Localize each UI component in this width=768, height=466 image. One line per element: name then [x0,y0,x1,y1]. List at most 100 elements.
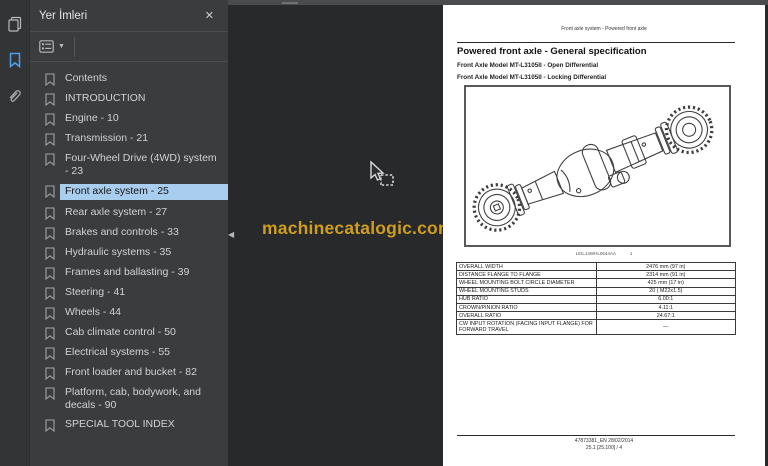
bookmark-flag-icon [45,307,55,320]
bookmark-options-icon[interactable]: ▼ [39,40,65,53]
spec-table: OVERALL WIDTH 2476 mm (97 in) DISTANCE F… [456,261,736,335]
toolbar-divider [73,36,75,57]
toolbar-edge-notch [282,2,298,4]
table-row: OVERALL WIDTH 2476 mm (97 in) [456,261,736,272]
spec-value: 4.11:1 [595,303,736,313]
model-subtitle-open: Front Axle Model MT-L3105II - Open Diffe… [457,62,599,69]
footer-doc-number: 47873381_EN 28/02/2014 [574,438,634,444]
bookmark-item-electrical-systems[interactable]: Electrical systems - 55 [30,343,228,363]
bookmark-flag-icon [45,267,55,280]
chevron-down-icon: ▼ [58,43,65,50]
close-icon[interactable]: ✕ [201,7,218,24]
bookmark-item-contents[interactable]: Contents [30,69,228,89]
bookmark-label: Brakes and controls - 33 [65,226,179,238]
bookmark-flag-icon [45,367,55,380]
watermark-text: machinecatalogic.com [262,218,454,238]
spec-value: 24.67:1 [595,311,736,321]
table-row: OVERALL RATIO 24.67:1 [456,311,736,321]
bookmark-flag-icon [45,113,55,126]
figure-caption: LEIL14WHL0644AA 1 [443,251,765,256]
section-title: Powered front axle - General specificati… [457,46,647,57]
figure-caption-code: LEIL14WHL0644AA [575,251,616,256]
bookmark-item-platform-cab-bodywork[interactable]: Platform, cab, bodywork, and decals - 90 [30,383,228,415]
footer-page-number: 25.1 [25.100] / 4 [585,445,623,451]
page-thumbnails-icon[interactable] [5,14,25,34]
document-canvas: ◀ machinecatalogic.com Front axle system… [228,0,768,466]
bookmarks-panel-icon[interactable] [5,50,25,70]
spec-label: CW INPUT ROTATION (FACING INPUT FLANGE) … [456,319,597,335]
bookmark-item-brakes-controls[interactable]: Brakes and controls - 33 [30,223,228,243]
bookmark-flag-icon [45,73,55,86]
bookmark-label: Frames and ballasting - 39 [65,266,190,278]
bookmarks-panel-header: Yer İmleri ✕ [30,0,228,32]
bookmark-item-transmission[interactable]: Transmission - 21 [30,129,228,149]
bookmark-label: Contents [65,72,108,84]
table-row: WHEEL MOUNTING STUDS 20 ( M22x1.5) [456,286,736,296]
bookmark-item-rear-axle-system[interactable]: Rear axle system - 27 [30,203,228,223]
bookmark-label: Rear axle system - 27 [65,206,168,218]
bookmark-flag-icon [45,93,55,106]
bookmark-item-wheels[interactable]: Wheels - 44 [30,303,228,323]
bookmark-item-hydraulic-systems[interactable]: Hydraulic systems - 35 [30,243,228,263]
spec-label: WHEEL MOUNTING BOLT CIRCLE DIAMETER [456,278,597,288]
table-row: DISTANCE FLANGE TO FLANGE 2314 mm (91 in… [456,270,736,280]
mouse-cursor-icon [370,160,394,186]
spec-value: 6.00:1 [595,294,736,305]
bookmark-item-steering[interactable]: Steering - 41 [30,283,228,303]
bookmarks-panel: Yer İmleri ✕ ▼ Contents INTRODUCTION Eng… [30,0,269,466]
bookmark-label: Engine - 10 [65,112,119,124]
spec-label: OVERALL WIDTH [456,261,597,272]
bookmark-item-frames-ballasting[interactable]: Frames and ballasting - 39 [30,263,228,283]
bookmark-flag-icon [45,207,55,220]
table-row: CW INPUT ROTATION (FACING INPUT FLANGE) … [456,319,736,335]
bookmark-label: Electrical systems - 55 [65,346,171,358]
bookmark-item-front-loader-bucket[interactable]: Front loader and bucket - 82 [30,363,228,383]
bookmark-flag-icon [45,133,55,146]
table-row: WHEEL MOUNTING BOLT CIRCLE DIAMETER 425 … [456,278,736,288]
bookmark-label: Platform, cab, bodywork, and decals - 90 [65,386,201,411]
spec-value: 2476 mm (97 in) [595,261,736,272]
spec-label: HUB RATIO [456,294,597,305]
spec-value: 425 mm (17 in) [595,278,736,288]
bookmark-flag-icon [45,153,55,166]
bookmark-label: Cab climate control - 50 [65,326,176,338]
figure-caption-number: 1 [629,251,633,256]
bookmark-label: Steering - 41 [65,286,126,298]
spec-value: 20 ( M22x1.5) [595,286,736,296]
bookmark-label: Four-Wheel Drive (4WD) system - 23 [65,152,217,177]
footer-rule [457,435,735,436]
bookmark-flag-icon [45,247,55,260]
model-subtitle-locking: Front Axle Model MT-L3105II - Locking Di… [457,74,607,81]
bookmark-flag-icon [45,347,55,360]
running-header: Front axle system - Powered front axle [561,26,647,32]
bookmark-list: Contents INTRODUCTION Engine - 10 Transm… [30,62,269,435]
bookmark-item-4wd-system[interactable]: Four-Wheel Drive (4WD) system - 23 [30,149,228,181]
bookmark-flag-icon [45,387,55,400]
panel-title: Yer İmleri [39,9,88,22]
spec-value: 2314 mm (91 in) [595,270,736,280]
spec-value: — [595,319,736,335]
bookmark-label: Wheels - 44 [65,306,122,318]
pdf-viewer: Yer İmleri ✕ ▼ Contents INTRODUCTION Eng… [0,0,768,466]
bookmark-flag-icon [45,227,55,240]
navigation-rail [0,0,30,466]
document-page: Front axle system - Powered front axle P… [443,5,765,466]
panel-collapse-handle[interactable]: ◀ [228,225,238,245]
bookmark-flag-icon [45,419,55,432]
bookmark-flag-icon [45,287,55,300]
axle-figure [464,85,731,247]
bookmark-item-special-tool-index[interactable]: SPECIAL TOOL INDEX [30,415,228,435]
bookmark-item-front-axle-system[interactable]: Front axle system - 25 [30,181,269,203]
bookmark-item-engine[interactable]: Engine - 10 [30,109,228,129]
bookmark-label: Front loader and bucket - 82 [65,366,197,378]
bookmark-label: SPECIAL TOOL INDEX [65,418,175,430]
bookmark-label: Hydraulic systems - 35 [65,246,172,258]
bookmark-item-cab-climate-control[interactable]: Cab climate control - 50 [30,323,228,343]
attachments-paperclip-icon[interactable] [5,86,25,106]
table-row: CROWN/PINION RATIO 4.11:1 [456,303,736,313]
spec-label: CROWN/PINION RATIO [456,303,597,313]
bookmark-item-introduction[interactable]: INTRODUCTION [30,89,228,109]
bookmarks-toolbar: ▼ [30,32,228,62]
header-rule [457,42,735,43]
front-axle-drawing [472,105,714,232]
